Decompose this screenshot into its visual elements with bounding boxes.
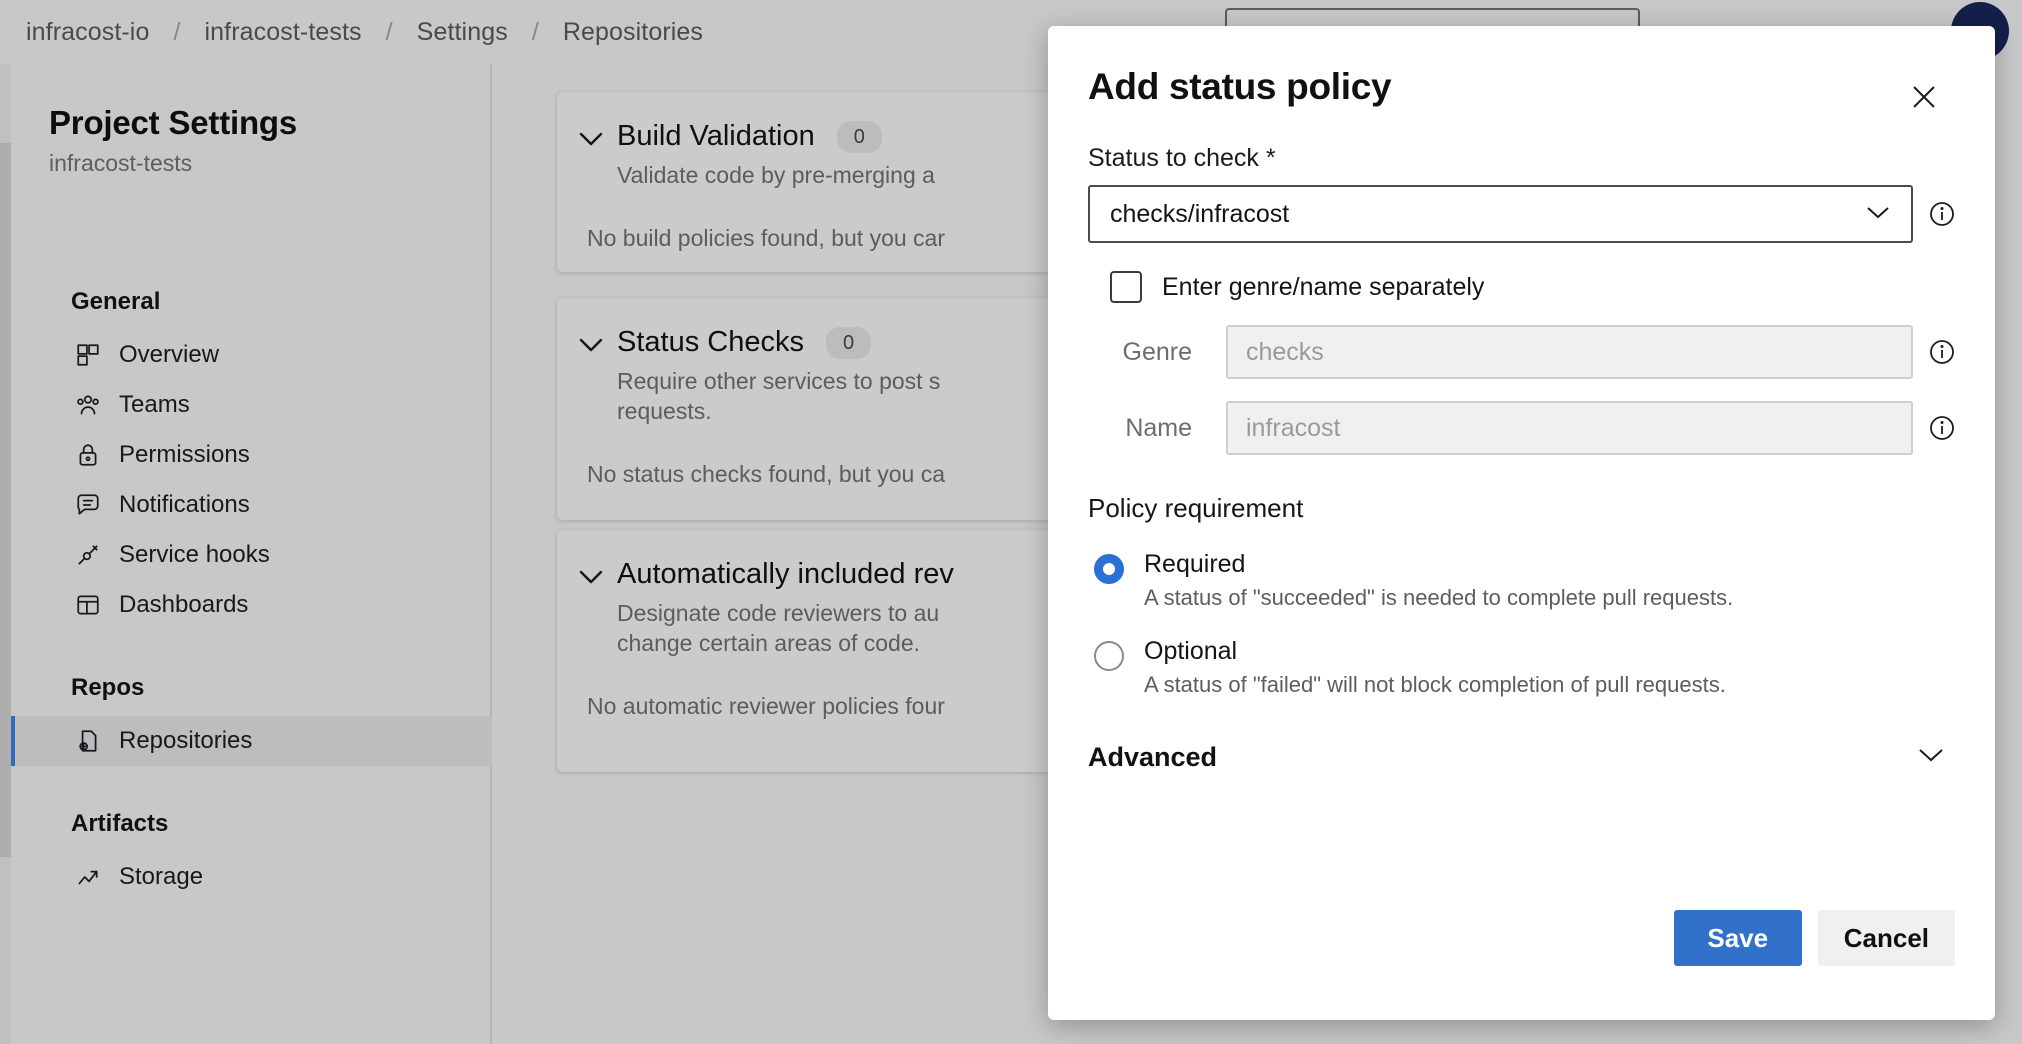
sidebar-item-label: Storage	[119, 863, 203, 891]
sidebar-item-repositories[interactable]: Repositories	[11, 716, 492, 766]
breadcrumb-item-infracost-tests[interactable]: infracost-tests	[205, 18, 362, 47]
name-input[interactable]: infracost	[1226, 401, 1913, 455]
add-status-policy-dialog: Add status policy Status to check * chec…	[1048, 26, 1995, 1020]
settings-sidebar: Project Settings infracost-tests General…	[11, 64, 492, 1044]
nav-group-header-repos: Repos	[11, 660, 492, 716]
sidebar-item-label: Notifications	[119, 491, 250, 519]
breadcrumb-separator: /	[508, 18, 563, 47]
radio-text: Optional A status of "failed" will not bl…	[1144, 637, 1955, 698]
status-to-check-select[interactable]: checks/infracost	[1088, 185, 1913, 243]
breadcrumb-item-settings[interactable]: Settings	[417, 18, 508, 47]
breadcrumb-separator: /	[149, 18, 204, 47]
radio-label: Optional	[1144, 637, 1955, 666]
enter-separately-row[interactable]: Enter genre/name separately	[1088, 271, 1955, 303]
close-icon[interactable]	[1907, 80, 1941, 114]
page-title: Project Settings	[49, 104, 297, 142]
breadcrumb-item-repositories[interactable]: Repositories	[563, 18, 703, 47]
count-badge: 0	[837, 121, 882, 153]
cancel-button[interactable]: Cancel	[1818, 910, 1955, 966]
advanced-section-toggle[interactable]: Advanced	[1088, 742, 1955, 773]
chevron-down-icon	[1915, 744, 1947, 771]
sidebar-item-label: Repositories	[119, 727, 252, 755]
radio-optional[interactable]	[1094, 641, 1124, 671]
sidebar-item-notifications[interactable]: Notifications	[11, 480, 492, 530]
page-scrollbar[interactable]	[0, 0, 11, 1044]
chevron-down-icon[interactable]	[565, 120, 617, 148]
radio-required[interactable]	[1094, 554, 1124, 584]
card-title: Build Validation	[617, 120, 815, 153]
nav-group-spacer	[11, 766, 492, 796]
breadcrumb: infracost-io/infracost-tests/Settings/Re…	[26, 18, 703, 47]
card-title: Automatically included rev	[617, 558, 954, 591]
storage-icon	[75, 864, 101, 890]
name-label: Name	[1088, 414, 1210, 443]
dialog-header: Add status policy	[1048, 26, 1995, 114]
status-to-check-value: checks/infracost	[1110, 200, 1289, 229]
teams-icon	[75, 392, 101, 418]
nav-group-header-general: General	[11, 274, 492, 330]
enter-separately-checkbox[interactable]	[1110, 271, 1142, 303]
chevron-down-icon	[1863, 200, 1893, 229]
sidebar-item-label: Permissions	[119, 441, 250, 469]
sidebar-item-storage[interactable]: Storage	[11, 852, 492, 902]
sidebar-item-label: Service hooks	[119, 541, 270, 569]
page-scrollbar-thumb[interactable]	[0, 143, 11, 857]
radio-label: Required	[1144, 550, 1955, 579]
radio-description: A status of "failed" will not block comp…	[1144, 672, 1955, 698]
info-icon[interactable]	[1929, 339, 1955, 365]
chevron-down-icon[interactable]	[565, 558, 617, 586]
repo-icon	[75, 728, 101, 754]
sidebar-item-label: Dashboards	[119, 591, 248, 619]
breadcrumb-separator: /	[362, 18, 417, 47]
breadcrumb-item-infracost-io[interactable]: infracost-io	[26, 18, 149, 47]
info-icon[interactable]	[1929, 415, 1955, 441]
save-button[interactable]: Save	[1674, 910, 1802, 966]
policy-requirement-radiogroup: Required A status of "succeeded" is neede…	[1088, 550, 1955, 698]
sidebar-item-overview[interactable]: Overview	[11, 330, 492, 380]
dialog-title: Add status policy	[1088, 66, 1391, 108]
enter-separately-label: Enter genre/name separately	[1162, 273, 1484, 302]
policy-requirement-label: Policy requirement	[1088, 493, 1955, 524]
sidebar-item-teams[interactable]: Teams	[11, 380, 492, 430]
advanced-label: Advanced	[1088, 742, 1217, 773]
dashboard-icon	[75, 592, 101, 618]
card-title: Status Checks	[617, 326, 804, 359]
dialog-body: Status to check * checks/infracost	[1048, 114, 1995, 773]
dialog-footer: Save Cancel	[1048, 892, 1995, 1020]
genre-input[interactable]: checks	[1226, 325, 1913, 379]
sidebar-item-label: Overview	[119, 341, 219, 369]
count-badge: 0	[826, 327, 871, 359]
radio-description: A status of "succeeded" is needed to com…	[1144, 585, 1955, 611]
nav-group-header-artifacts: Artifacts	[11, 796, 492, 852]
sidebar-item-service-hooks[interactable]: Service hooks	[11, 530, 492, 580]
comment-icon	[75, 492, 101, 518]
overview-icon	[75, 342, 101, 368]
info-icon[interactable]	[1929, 201, 1955, 227]
genre-field-row: Genre checks	[1088, 325, 1955, 379]
lock-icon	[75, 442, 101, 468]
sidebar-item-label: Teams	[119, 391, 190, 419]
genre-label: Genre	[1088, 338, 1210, 367]
plug-icon	[75, 542, 101, 568]
radio-option-required[interactable]: Required A status of "succeeded" is neede…	[1088, 550, 1955, 611]
name-field-row: Name infracost	[1088, 401, 1955, 455]
chevron-down-icon[interactable]	[565, 326, 617, 354]
sidebar-item-dashboards[interactable]: Dashboards	[11, 580, 492, 630]
screen-root: infracost-io/infracost-tests/Settings/Re…	[0, 0, 2022, 1044]
nav-group-spacer	[11, 630, 492, 660]
radio-option-optional[interactable]: Optional A status of "failed" will not bl…	[1088, 637, 1955, 698]
status-to-check-label: Status to check *	[1088, 144, 1955, 173]
page-subtitle: infracost-tests	[49, 150, 192, 177]
status-to-check-row: checks/infracost	[1088, 185, 1955, 243]
sidebar-nav: General Overview Teams Permissions Notificat…	[11, 274, 492, 902]
sidebar-item-permissions[interactable]: Permissions	[11, 430, 492, 480]
radio-text: Required A status of "succeeded" is neede…	[1144, 550, 1955, 611]
